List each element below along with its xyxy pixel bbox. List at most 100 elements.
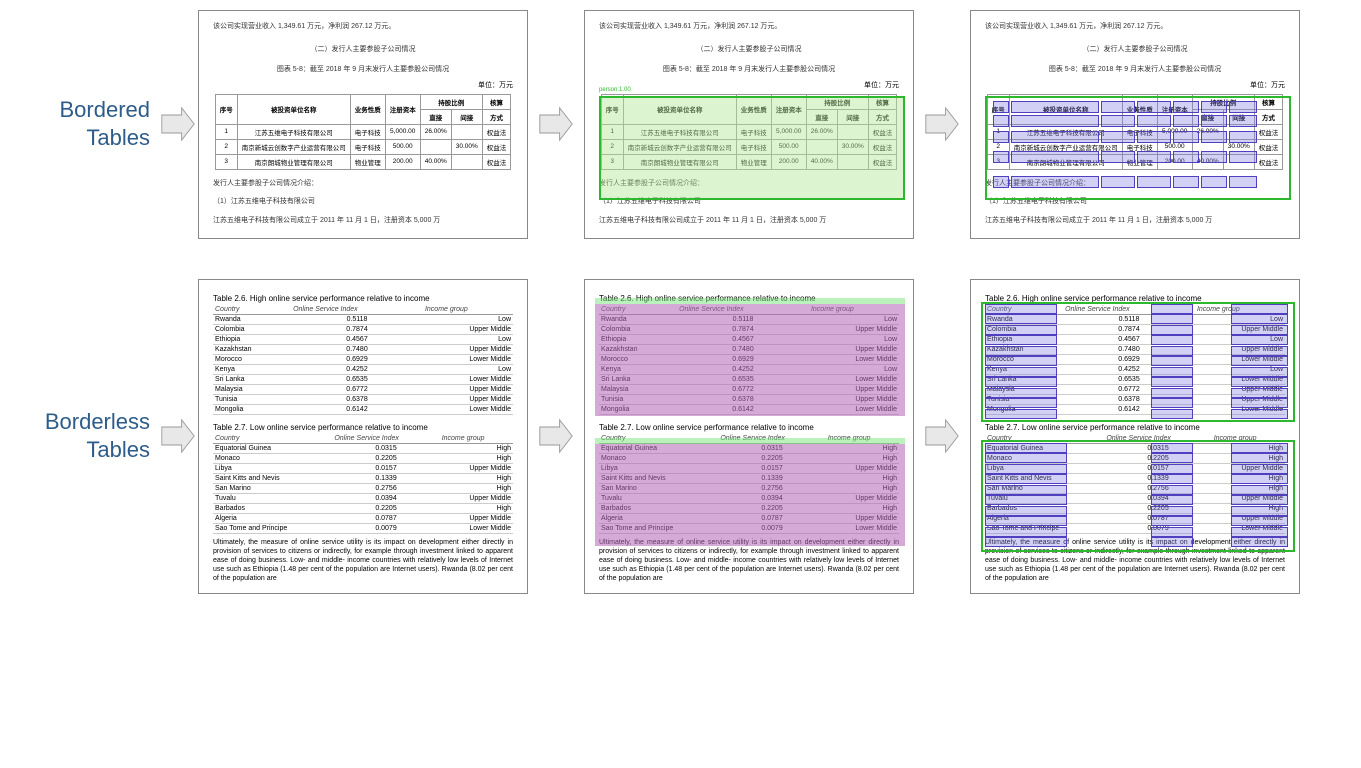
th-group: Income group [1195,305,1285,315]
cn-after1: 发行人主要参股子公司情况介绍： [213,178,513,191]
cn-line1: 该公司实现营业收入 1,349.61 万元，净利润 267.12 万元。 [599,21,899,34]
table-title-2: Table 2.7. Low online service performanc… [213,423,513,432]
cn-after2: （1）江苏五维电子科技有限公司 [599,196,899,209]
en-page-2: Table 2.6. High online service performan… [584,279,914,594]
th-cap: 注册资本 [1157,94,1192,124]
cn-line2: （二）发行人主要参股子公司情况 [985,44,1285,57]
arrow-icon [922,416,962,456]
borderless-table: CountryOnline Service IndexIncome groupR… [599,305,899,415]
table-row: Rwanda0.5118Low [213,314,513,324]
th-group: Income group [423,305,513,315]
table-row: Kazakhstan0.7480Upper Middle [599,344,899,354]
th-seq: 序号 [987,94,1009,124]
table-row: Libya0.0157Upper Middle [985,463,1285,473]
th-country: Country [985,434,1104,444]
bordered-label: Bordered Tables [10,96,158,153]
th-method: 核算 [868,94,897,109]
table-row: Sri Lanka0.6535Lower Middle [213,374,513,384]
table-row: Equatorial Guinea0.0315High [599,443,899,453]
th-country: Country [599,434,718,444]
table-row: 2南京新城云创数字产业运营有限公司电子科技500.0030.00%权益法 [215,139,511,154]
cn-after3: 江苏五维电子科技有限公司成立于 2011 年 11 月 1 日，注册资本 5,0… [985,215,1285,228]
table-row: Ethiopia0.4567Low [985,334,1285,344]
table-row: Malaysia0.6772Upper Middle [213,384,513,394]
table-row: Ethiopia0.4567Low [599,334,899,344]
table-row: Barbados0.2205High [213,503,513,513]
arrow-icon [158,104,198,144]
arrow-icon [158,416,198,456]
th-country: Country [213,434,332,444]
borderless-label: Borderless Tables [10,408,158,465]
cn-unit: 单位：万元 [213,80,513,90]
table-row: Libya0.0157Upper Middle [599,463,899,473]
bordered-row: Bordered Tables 该公司实现营业收入 1,349.61 万元，净利… [10,10,1351,239]
th-ratio: 持股比例 [1192,94,1254,109]
table-row: Algeria0.0787Upper Middle [599,513,899,523]
cn-after3: 江苏五维电子科技有限公司成立于 2011 年 11 月 1 日，注册资本 5,0… [599,215,899,228]
table-row: 1江苏五维电子科技有限公司电子科技5,000.0026.00%权益法 [215,124,511,139]
table-row: Malaysia0.6772Upper Middle [985,384,1285,394]
arrow-icon [922,104,962,144]
th-biz: 业务性质 [1122,94,1157,124]
th-seq: 序号 [601,94,623,124]
th-country: Country [599,305,677,315]
bordered-table: 序号被投资单位名称业务性质注册资本持股比例核算直接间接方式1江苏五维电子科技有限… [987,94,1284,170]
th-method2: 方式 [1254,109,1283,124]
table-row: Morocco0.6929Lower Middle [213,354,513,364]
cn-after1: 发行人主要参股子公司情况介绍： [985,178,1285,191]
table-title-2: Table 2.7. Low online service performanc… [985,423,1285,432]
table-title-2: Table 2.7. Low online service performanc… [599,423,899,432]
table-row: Mongolia0.6142Lower Middle [985,404,1285,414]
cn-line2: （二）发行人主要参股子公司情况 [213,44,513,57]
table-row: Algeria0.0787Upper Middle [213,513,513,523]
th-direct: 直接 [420,109,451,124]
table-row: San Marino0.2756High [213,483,513,493]
th-index: Online Service Index [332,434,439,444]
th-index: Online Service Index [718,434,825,444]
th-biz: 业务性质 [350,94,385,124]
borderless-table: CountryOnline Service IndexIncome groupE… [985,434,1285,534]
th-seq: 序号 [215,94,237,124]
table-row: Barbados0.2205High [985,503,1285,513]
cn-line3: 图表 5-8：截至 2018 年 9 月末发行人主要参股公司情况 [213,64,513,77]
cn-after1: 发行人主要参股子公司情况介绍： [599,178,899,191]
borderless-table: CountryOnline Service IndexIncome groupE… [213,434,513,534]
table-row: Kenya0.4252Low [599,364,899,374]
table-row: Tunisia0.6378Upper Middle [213,394,513,404]
table-row: 1江苏五维电子科技有限公司电子科技5,000.0026.00%权益法 [601,124,897,139]
table-row: Monaco0.2205High [213,453,513,463]
table-row: Rwanda0.5118Low [599,314,899,324]
table-row: Tunisia0.6378Upper Middle [985,394,1285,404]
th-biz: 业务性质 [736,94,771,124]
th-name: 被投资单位名称 [237,94,350,124]
table-row: Saint Kitts and Nevis0.1339High [213,473,513,483]
table-row: Sao Tome and Principe0.0079Lower Middle [213,523,513,533]
th-ratio: 持股比例 [806,94,868,109]
th-group: Income group [1212,434,1285,444]
arrow-icon [536,104,576,144]
cn-unit: 单位：万元 [985,80,1285,90]
th-group: Income group [440,434,513,444]
table-row: Kenya0.4252Low [213,364,513,374]
table-row: Tuvalu0.0394Upper Middle [985,493,1285,503]
table-row: Kazakhstan0.7480Upper Middle [213,344,513,354]
en-page-3: Table 2.6. High online service performan… [970,279,1300,594]
table-title-1: Table 2.6. High online service performan… [599,294,899,303]
table-row: Malaysia0.6772Upper Middle [599,384,899,394]
table-row: San Marino0.2756High [985,483,1285,493]
table-row: Mongolia0.6142Lower Middle [213,404,513,414]
table-row: 3南京朗城物业管理有限公司物业管理200.0040.00%权益法 [987,154,1283,169]
cn-after2: （1）江苏五维电子科技有限公司 [213,196,513,209]
th-cap: 注册资本 [771,94,806,124]
table-row: San Marino0.2756High [599,483,899,493]
th-direct: 直接 [806,109,837,124]
th-group: Income group [826,434,899,444]
table-row: 1江苏五维电子科技有限公司电子科技5,000.0026.00%权益法 [987,124,1283,139]
th-group: Income group [809,305,899,315]
table-row: Colombia0.7874Upper Middle [213,324,513,334]
table-row: Morocco0.6929Lower Middle [599,354,899,364]
table-row: Algeria0.0787Upper Middle [985,513,1285,523]
table-row: Kenya0.4252Low [985,364,1285,374]
cn-page-3: 该公司实现营业收入 1,349.61 万元，净利润 267.12 万元。（二）发… [970,10,1300,239]
cn-page-2: 该公司实现营业收入 1,349.61 万元，净利润 267.12 万元。（二）发… [584,10,914,239]
